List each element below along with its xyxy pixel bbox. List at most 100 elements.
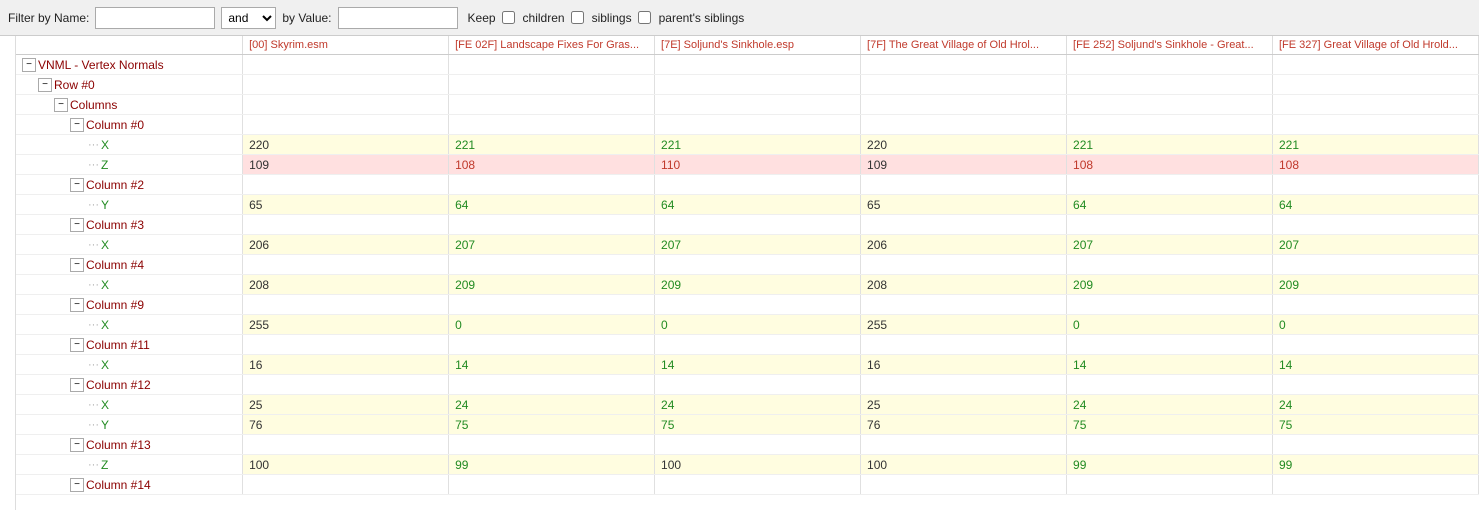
col-header-0: [00] Skyrim.esm (243, 36, 449, 55)
leaf-connector: ··· (88, 199, 99, 211)
expand-icon[interactable]: − (70, 298, 84, 312)
expand-icon[interactable]: − (70, 178, 84, 192)
tree-label: VNML - Vertex Normals (38, 58, 164, 72)
value-cell (449, 175, 655, 195)
tree-label: X (101, 318, 109, 332)
siblings-checkbox[interactable] (571, 11, 584, 24)
value-cell (243, 215, 449, 235)
value-cell: 75 (655, 415, 861, 435)
value-cell (1273, 435, 1479, 455)
main-container: [00] Skyrim.esm [FE 02F] Landscape Fixes… (0, 36, 1479, 510)
parents-siblings-checkbox[interactable] (638, 11, 651, 24)
value-cell (861, 295, 1067, 315)
left-sidebar (0, 36, 16, 510)
expand-icon[interactable]: − (70, 478, 84, 492)
value-cell (449, 435, 655, 455)
value-cell (1067, 95, 1273, 115)
value-cell (861, 375, 1067, 395)
table-row: −Column #3 (16, 215, 1479, 235)
value-cell: 206 (861, 235, 1067, 255)
tree-label: Column #12 (86, 378, 151, 392)
tree-cell: ···X (16, 355, 243, 375)
value-cell: 24 (1067, 395, 1273, 415)
tree-cell[interactable]: −Column #14 (16, 475, 243, 495)
value-cell (1067, 255, 1273, 275)
tree-label: X (101, 238, 109, 252)
leaf-connector: ··· (88, 279, 99, 291)
table-row: ···Z109108110109108108 (16, 155, 1479, 175)
value-cell: 24 (1273, 395, 1479, 415)
value-cell: 100 (655, 455, 861, 475)
tree-cell[interactable]: −Column #13 (16, 435, 243, 455)
col-header-3: [7F] The Great Village of Old Hrol... (861, 36, 1067, 55)
value-cell (1067, 375, 1273, 395)
tree-cell[interactable]: −VNML - Vertex Normals (16, 55, 243, 75)
value-cell (655, 255, 861, 275)
value-cell: 206 (243, 235, 449, 255)
keep-label: Keep (468, 11, 496, 25)
and-select[interactable]: and or not (221, 7, 276, 29)
value-cell (1067, 475, 1273, 495)
value-cell (655, 95, 861, 115)
tree-cell[interactable]: −Columns (16, 95, 243, 115)
tree-cell[interactable]: −Row #0 (16, 75, 243, 95)
value-cell: 14 (449, 355, 655, 375)
value-cell (861, 255, 1067, 275)
value-cell: 221 (655, 135, 861, 155)
tree-cell[interactable]: −Column #9 (16, 295, 243, 315)
leaf-connector: ··· (88, 159, 99, 171)
expand-icon[interactable]: − (70, 378, 84, 392)
expand-icon[interactable]: − (70, 218, 84, 232)
value-cell: 25 (243, 395, 449, 415)
value-cell (655, 295, 861, 315)
table-row: ···X161414161414 (16, 355, 1479, 375)
expand-icon[interactable]: − (70, 338, 84, 352)
expand-icon[interactable]: − (38, 78, 52, 92)
tree-label: Column #13 (86, 438, 151, 452)
value-cell: 220 (861, 135, 1067, 155)
tree-cell[interactable]: −Column #3 (16, 215, 243, 235)
value-cell (655, 175, 861, 195)
expand-icon[interactable]: − (70, 118, 84, 132)
col-header-2: [7E] Soljund's Sinkhole.esp (655, 36, 861, 55)
tree-cell: ···X (16, 235, 243, 255)
value-cell (449, 115, 655, 135)
tree-cell: ···X (16, 315, 243, 335)
expand-icon[interactable]: − (54, 98, 68, 112)
expand-icon[interactable]: − (70, 258, 84, 272)
by-value-label: by Value: (282, 11, 331, 25)
value-cell (449, 55, 655, 75)
table-row: ···X208209209208209209 (16, 275, 1479, 295)
value-cell: 207 (1273, 235, 1479, 255)
table-row: −Columns (16, 95, 1479, 115)
table-row: ···X220221221220221221 (16, 135, 1479, 155)
value-cell (449, 375, 655, 395)
tree-cell: ···X (16, 135, 243, 155)
tree-cell[interactable]: −Column #12 (16, 375, 243, 395)
value-cell: 64 (1067, 195, 1273, 215)
filter-value-input[interactable] (338, 7, 458, 29)
value-cell (861, 75, 1067, 95)
value-cell: 24 (655, 395, 861, 415)
value-cell (1273, 375, 1479, 395)
leaf-connector: ··· (88, 399, 99, 411)
expand-icon[interactable]: − (22, 58, 36, 72)
filter-name-input[interactable] (95, 7, 215, 29)
value-cell: 255 (861, 315, 1067, 335)
value-cell (655, 335, 861, 355)
value-cell: 64 (655, 195, 861, 215)
tree-cell[interactable]: −Column #4 (16, 255, 243, 275)
siblings-label: siblings (592, 11, 632, 25)
children-checkbox[interactable] (502, 11, 515, 24)
tree-cell[interactable]: −Column #11 (16, 335, 243, 355)
tree-cell[interactable]: −Column #2 (16, 175, 243, 195)
tree-label: Row #0 (54, 78, 95, 92)
value-cell: 0 (449, 315, 655, 335)
tree-cell[interactable]: −Column #0 (16, 115, 243, 135)
expand-icon[interactable]: − (70, 438, 84, 452)
value-cell: 209 (449, 275, 655, 295)
value-cell (861, 95, 1067, 115)
value-cell: 220 (243, 135, 449, 155)
content-area[interactable]: [00] Skyrim.esm [FE 02F] Landscape Fixes… (16, 36, 1479, 510)
value-cell: 255 (243, 315, 449, 335)
